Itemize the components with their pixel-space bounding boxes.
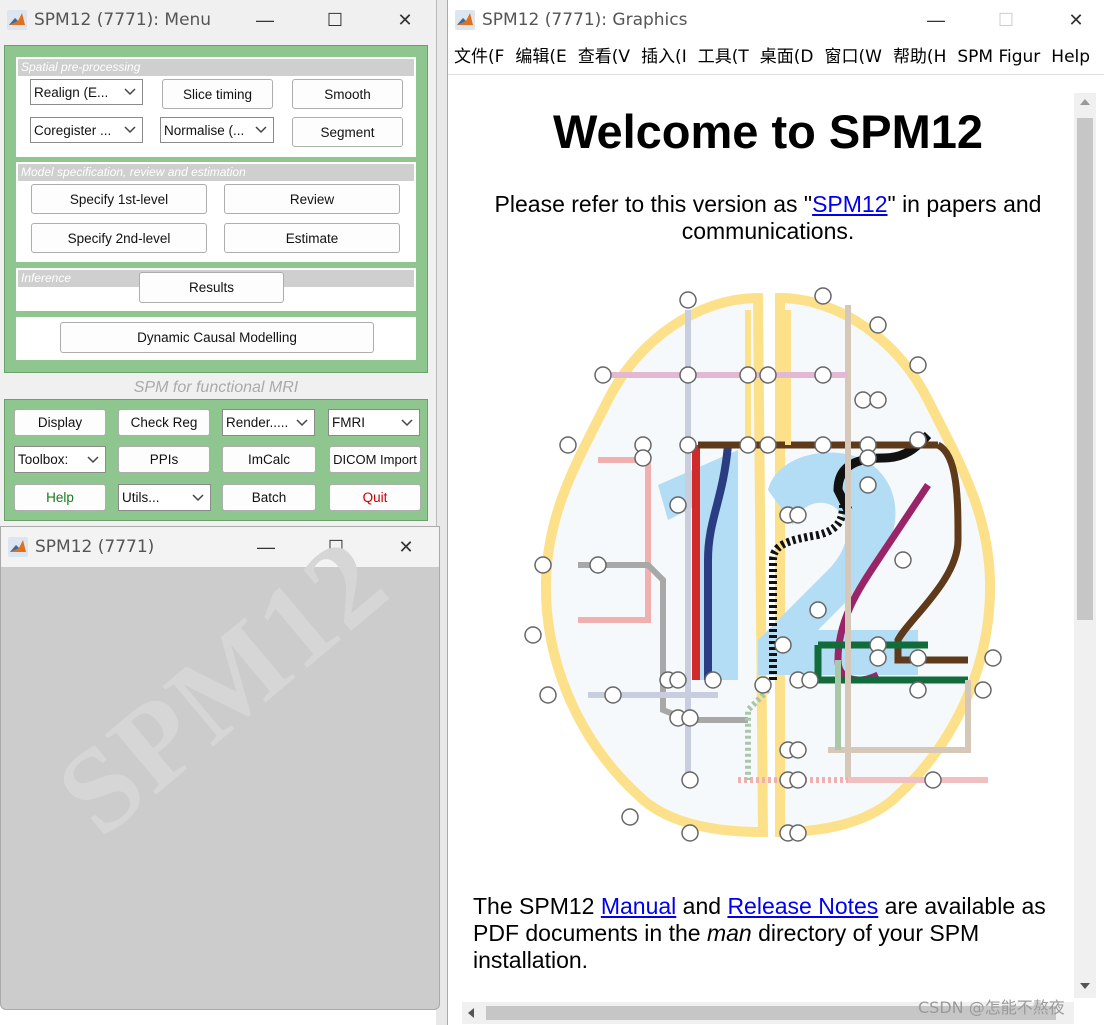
coregister-dropdown[interactable]: Coregister ... (30, 117, 143, 143)
spm-interactive-window: SPM12 (7771) — ☐ ✕ SPM12 (0, 526, 440, 1010)
vertical-scroll-thumb[interactable] (1077, 118, 1093, 620)
maximize-icon[interactable]: ☐ (971, 10, 1041, 31)
modality-dropdown[interactable]: FMRI (328, 409, 420, 436)
menu-file[interactable]: 文件(F (448, 40, 507, 74)
smooth-button[interactable]: Smooth (292, 79, 403, 109)
menu-help[interactable]: Help (1043, 40, 1093, 74)
normalise-dropdown[interactable]: Normalise (... (160, 117, 274, 143)
menu-window[interactable]: 窗口(W (816, 40, 884, 74)
graphics-menubar: 文件(F 编辑(E 查看(V 插入(I 工具(T 桌面(D 窗口(W 帮助(H SPM Figu… (448, 40, 1104, 75)
quit-button[interactable]: Quit (329, 484, 421, 511)
segment-button[interactable]: Segment (292, 117, 403, 147)
chevron-down-icon (255, 126, 267, 134)
spm12-link[interactable]: SPM12 (812, 191, 887, 217)
close-icon[interactable]: ✕ (370, 10, 436, 31)
minimize-icon[interactable]: — (230, 10, 300, 31)
chevron-down-icon (124, 126, 136, 134)
estimate-button[interactable]: Estimate (224, 223, 400, 253)
chevron-down-icon (87, 455, 99, 463)
display-button[interactable]: Display (14, 409, 106, 436)
scroll-left-arrow-icon[interactable] (468, 1008, 474, 1018)
graphics-window-title: SPM12 (7771): Graphics (482, 10, 688, 30)
chevron-down-icon (296, 418, 308, 426)
matlab-icon (455, 10, 475, 30)
spm12-metro-logo (524, 287, 1002, 842)
close-icon[interactable]: ✕ (1041, 10, 1104, 31)
menu-help-cn[interactable]: 帮助(H (885, 40, 949, 74)
maximize-icon[interactable]: ☐ (300, 10, 370, 31)
imcalc-button[interactable]: ImCalc (222, 446, 316, 473)
menu-edit[interactable]: 编辑(E (507, 40, 569, 74)
spatial-panel-label: Spatial pre-processing (18, 59, 414, 76)
help-button[interactable]: Help (14, 484, 106, 511)
spm-window-title: SPM12 (7771) (35, 537, 155, 557)
minimize-icon[interactable]: — (901, 10, 971, 31)
welcome-heading: Welcome to SPM12 (552, 105, 984, 158)
csdn-watermark: CSDN @怎能不熬夜 (918, 998, 1065, 1017)
scroll-up-arrow-icon[interactable] (1080, 99, 1090, 105)
menu-insert[interactable]: 插入(I (633, 40, 690, 74)
chevron-down-icon (401, 418, 413, 426)
model-panel-label: Model specification, review and estimati… (18, 164, 414, 181)
realign-dropdown[interactable]: Realign (E... (30, 79, 143, 105)
dicom-import-button[interactable]: DICOM Import (329, 446, 421, 473)
intro-paragraph: Please refer to this version as "SPM12" … (494, 191, 1042, 244)
render-dropdown[interactable]: Render..... (222, 409, 315, 436)
menu-tools[interactable]: 工具(T (690, 40, 752, 74)
spm-logo-watermark: SPM12 (32, 526, 412, 861)
slice-timing-button[interactable]: Slice timing (162, 79, 273, 109)
ppis-button[interactable]: PPIs (118, 446, 210, 473)
menu-window: SPM12 (7771): Menu — ☐ ✕ Spatial pre-pro… (0, 0, 437, 527)
manual-link[interactable]: Manual (601, 893, 676, 919)
footer-paragraph: The SPM12 Manual and Release Notes are a… (473, 893, 1046, 973)
close-icon[interactable]: ✕ (371, 537, 439, 558)
menu-spm-figure[interactable]: SPM Figur (949, 40, 1043, 74)
menu-window-title: SPM12 (7771): Menu (34, 10, 212, 30)
graphics-window: SPM12 (7771): Graphics — ☐ ✕ 文件(F 编辑(E 查看(… (447, 0, 1104, 1025)
specify-2nd-level-button[interactable]: Specify 2nd-level (31, 223, 207, 253)
matlab-icon (7, 10, 27, 30)
review-button[interactable]: Review (224, 184, 400, 214)
utils-dropdown[interactable]: Utils... (118, 484, 211, 511)
matlab-icon (8, 537, 28, 557)
chevron-down-icon (124, 88, 136, 96)
toolbox-dropdown[interactable]: Toolbox: (14, 446, 106, 473)
results-button[interactable]: Results (139, 272, 284, 303)
chevron-down-icon (192, 493, 204, 501)
scroll-down-arrow-icon[interactable] (1080, 983, 1090, 989)
release-notes-link[interactable]: Release Notes (727, 893, 878, 919)
dcm-button[interactable]: Dynamic Causal Modelling (60, 322, 374, 353)
modality-caption: SPM for functional MRI (133, 379, 299, 396)
menu-desktop[interactable]: 桌面(D (752, 40, 817, 74)
batch-button[interactable]: Batch (222, 484, 316, 511)
specify-1st-level-button[interactable]: Specify 1st-level (31, 184, 207, 214)
vertical-scrollbar[interactable] (1074, 93, 1096, 998)
check-reg-button[interactable]: Check Reg (118, 409, 210, 436)
menu-view[interactable]: 查看(V (570, 40, 633, 74)
